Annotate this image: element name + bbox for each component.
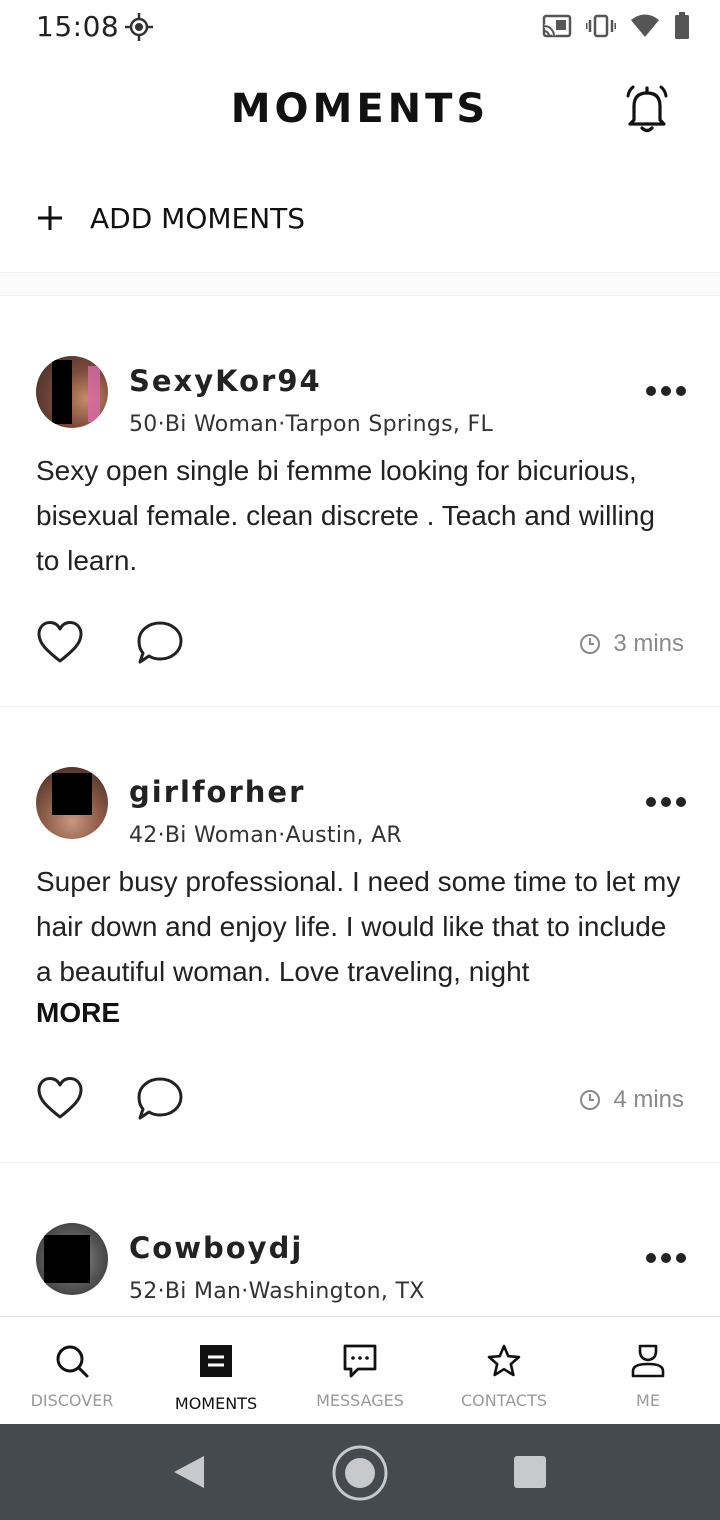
nav-label: MOMENTS [174,1394,258,1413]
nav-label: ME [636,1391,660,1410]
nav-me[interactable]: ME [576,1317,720,1424]
post-time: 3 mins [579,630,684,658]
add-moments-button[interactable]: ADD MOMENTS [0,186,720,252]
heart-icon[interactable] [36,1076,84,1120]
clock-icon [580,1090,601,1110]
post-time: 4 mins [579,1086,684,1114]
user-meta: 42·Bi Woman·Austin, AR [129,823,403,848]
post-text: Sexy open single bi femme looking for bi… [36,455,655,576]
heart-icon[interactable] [36,620,84,664]
avatar[interactable] [36,1223,108,1295]
post-divider [0,706,720,707]
moment-post: SexyKor94 50·Bi Woman·Tarpon Springs, FL… [0,356,720,706]
clock-icon [580,634,601,654]
moments-icon [200,1345,232,1377]
username[interactable]: Cowboydj [129,1231,303,1265]
plus-icon [38,206,62,230]
home-icon[interactable] [331,1444,389,1502]
comment-icon[interactable] [136,620,184,666]
profile-icon [631,1344,665,1378]
search-icon [56,1345,89,1378]
more-link[interactable]: MORE [36,997,120,1029]
avatar[interactable] [36,356,108,428]
bell-icon[interactable] [620,82,674,136]
nav-moments[interactable]: MOMENTS [144,1317,288,1424]
nav-messages[interactable]: MESSAGES [288,1317,432,1424]
more-options-icon[interactable] [646,1253,686,1265]
battery-icon [675,12,689,39]
user-meta: 52·Bi Man·Washington, TX [129,1279,425,1304]
page-title: MOMENTS [230,86,490,132]
post-text: Super busy professional. I need some tim… [36,866,681,987]
nav-label: MESSAGES [316,1391,404,1410]
location-icon [125,13,153,41]
username[interactable]: girlforher [129,775,305,809]
nav-label: CONTACTS [460,1391,548,1410]
avatar[interactable] [36,767,108,839]
nav-label: DISCOVER [30,1391,114,1410]
nav-contacts[interactable]: CONTACTS [432,1317,576,1424]
post-divider [0,1162,720,1163]
user-meta: 50·Bi Woman·Tarpon Springs, FL [129,412,493,437]
vibrate-icon [586,14,616,38]
more-options-icon[interactable] [646,386,686,398]
bottom-nav: DISCOVER MOMENTS MESSAGES CONTACTS ME [0,1316,720,1424]
moment-post: girlforher 42·Bi Woman·Austin, AR Super … [0,767,720,1162]
username[interactable]: SexyKor94 [129,364,322,398]
time-label: 4 mins [613,1086,684,1113]
header: MOMENTS [0,54,720,164]
moment-post: Cowboydj 52·Bi Man·Washington, TX [0,1223,720,1316]
system-nav-bar [0,1424,720,1520]
more-options-icon[interactable] [646,797,686,809]
status-bar: 15:08 [0,0,720,54]
cast-icon [542,14,572,38]
recents-icon[interactable] [514,1456,546,1488]
add-moments-label: ADD MOMENTS [90,202,306,235]
section-divider [0,272,720,296]
chat-bubble-icon [343,1344,377,1378]
star-icon [487,1344,521,1377]
time-label: 3 mins [613,630,684,657]
back-icon[interactable] [172,1454,206,1490]
wifi-icon [631,14,659,37]
comment-icon[interactable] [136,1076,184,1122]
nav-discover[interactable]: DISCOVER [0,1317,144,1424]
status-time: 15:08 [36,10,120,43]
